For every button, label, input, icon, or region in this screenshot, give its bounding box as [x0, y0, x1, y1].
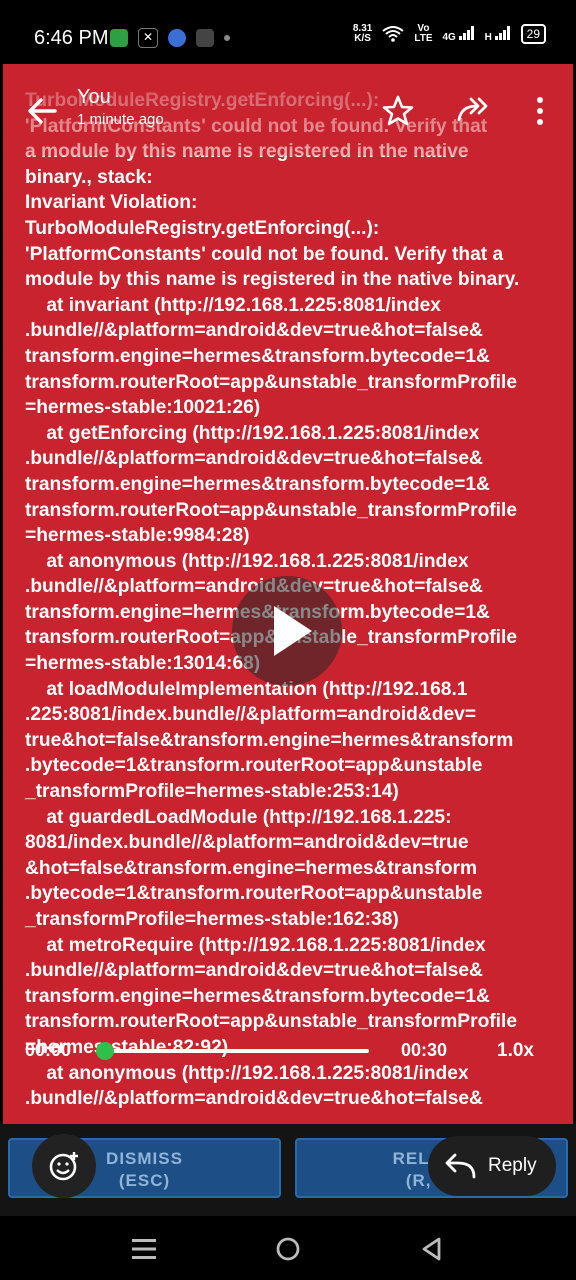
- video-player[interactable]: TurboModuleRegistry.getEnforcing(...): '…: [3, 64, 573, 1124]
- clock: 6:46 PM: [34, 27, 109, 49]
- play-button[interactable]: [232, 576, 342, 686]
- play-icon: [274, 606, 312, 656]
- home-icon[interactable]: [275, 1236, 301, 1262]
- viewer-top-bar: You 1 minute ago: [3, 64, 573, 156]
- message-notification-icon: [196, 29, 214, 47]
- back-nav-icon[interactable]: [420, 1236, 442, 1262]
- volte-indicator: Vo LTE: [414, 23, 433, 44]
- seek-bar[interactable]: [105, 1049, 369, 1053]
- app-notification-icon: [168, 29, 186, 47]
- signal-bars-icon: [494, 25, 510, 40]
- chat-notification-icon: [110, 29, 128, 47]
- message-timestamp: 1 minute ago: [77, 111, 164, 128]
- emoji-reaction-button[interactable]: [32, 1134, 96, 1198]
- system-nav-bar: [0, 1216, 576, 1280]
- video-duration: 00:30: [401, 1040, 448, 1060]
- back-arrow-icon[interactable]: [25, 94, 59, 128]
- more-notifications-dot-icon: [224, 35, 230, 41]
- current-time: 00:00: [25, 1040, 72, 1060]
- signal-bars-icon: [458, 25, 474, 40]
- sender-info: You 1 minute ago: [77, 86, 164, 128]
- playback-speed-button[interactable]: 1.0x: [497, 1040, 534, 1062]
- x-notification-icon: ✕: [138, 28, 158, 48]
- bottom-action-area: DISMISS (ESC) RELOAD (R, R) Reply: [0, 1124, 576, 1216]
- sender-name: You: [77, 86, 111, 108]
- add-emoji-icon: [49, 1152, 78, 1181]
- more-options-icon[interactable]: [533, 94, 547, 128]
- wifi-icon: [382, 26, 404, 42]
- seek-thumb[interactable]: [96, 1042, 114, 1060]
- network-speed: 8.31 K/S: [352, 23, 373, 44]
- status-bar: 6:46 PM ✕ 8.31 K/S Vo LTE 4G H 29: [0, 0, 576, 64]
- forward-icon[interactable]: [455, 94, 495, 128]
- star-icon[interactable]: [381, 94, 415, 128]
- recent-apps-icon[interactable]: [132, 1238, 156, 1260]
- reply-label: Reply: [488, 1155, 537, 1176]
- signal-4g: 4G: [443, 25, 475, 43]
- reply-arrow-icon: [445, 1153, 476, 1179]
- notification-icons: ✕: [110, 28, 230, 48]
- system-indicators: 8.31 K/S Vo LTE 4G H 29: [353, 24, 546, 44]
- battery-icon: 29: [520, 24, 546, 44]
- signal-h: H: [485, 25, 511, 43]
